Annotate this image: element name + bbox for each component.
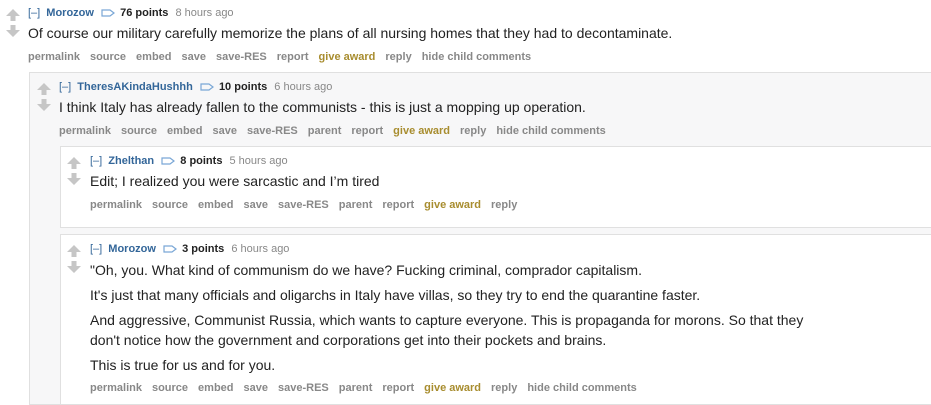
comment-body: Of course our military carefully memoriz… bbox=[28, 23, 672, 48]
hide-child-comments-link[interactable]: hide child comments bbox=[496, 125, 605, 137]
comment-paragraph: Of course our military carefully memoriz… bbox=[28, 25, 673, 41]
parent-link[interactable]: parent bbox=[339, 382, 373, 394]
save-res-link[interactable]: save-RES bbox=[216, 51, 267, 63]
timestamp: 5 hours ago bbox=[229, 155, 288, 167]
up-arrow-icon[interactable] bbox=[67, 245, 83, 257]
source-link[interactable]: source bbox=[152, 382, 188, 394]
author-link[interactable]: Morozow bbox=[108, 243, 156, 255]
score: 3 points bbox=[182, 243, 225, 255]
comment-actions: permalink source embed save save-RES parent re… bbox=[90, 382, 647, 394]
give-award-link[interactable]: give award bbox=[424, 382, 481, 394]
report-link[interactable]: report bbox=[277, 51, 309, 63]
down-arrow-icon[interactable] bbox=[37, 99, 53, 111]
report-link[interactable]: report bbox=[382, 199, 414, 211]
permalink-link[interactable]: permalink bbox=[90, 382, 142, 394]
tagline: [–] TheresAKindaHushhh 10 points 6 hours… bbox=[59, 81, 332, 95]
give-award-link[interactable]: give award bbox=[319, 51, 376, 63]
save-link[interactable]: save bbox=[244, 382, 268, 394]
tag-icon bbox=[163, 244, 178, 257]
collapse-toggle[interactable]: [–] bbox=[90, 155, 102, 167]
save-res-link[interactable]: save-RES bbox=[278, 199, 329, 211]
comment-paragraph: Edit; I realized you were sarcastic and … bbox=[90, 173, 380, 189]
comment-body: Edit; I realized you were sarcastic and … bbox=[90, 171, 379, 196]
tag-icon bbox=[101, 8, 116, 21]
timestamp: 6 hours ago bbox=[274, 81, 333, 93]
reply-link[interactable]: reply bbox=[491, 199, 517, 211]
comment-paragraph: "Oh, you. What kind of communism do we h… bbox=[90, 262, 642, 278]
comment-paragraph: And aggressive, Communist Russia, which … bbox=[90, 312, 804, 328]
collapse-toggle[interactable]: [–] bbox=[59, 81, 71, 93]
embed-link[interactable]: embed bbox=[198, 382, 233, 394]
permalink-link[interactable]: permalink bbox=[28, 51, 80, 63]
save-res-link[interactable]: save-RES bbox=[247, 125, 298, 137]
reply-link[interactable]: reply bbox=[491, 382, 517, 394]
up-arrow-icon[interactable] bbox=[6, 9, 22, 21]
author-link[interactable]: TheresAKindaHushhh bbox=[77, 81, 193, 93]
parent-link[interactable]: parent bbox=[308, 125, 342, 137]
parent-link[interactable]: parent bbox=[339, 199, 373, 211]
comment-paragraph: It's just that many officials and oligar… bbox=[90, 287, 701, 303]
author-link[interactable]: Morozow bbox=[46, 7, 94, 19]
up-arrow-icon[interactable] bbox=[67, 157, 83, 169]
hide-child-comments-link[interactable]: hide child comments bbox=[422, 51, 531, 63]
down-arrow-icon[interactable] bbox=[67, 261, 83, 273]
permalink-link[interactable]: permalink bbox=[59, 125, 111, 137]
tag-icon bbox=[161, 156, 176, 169]
reply-link[interactable]: reply bbox=[460, 125, 486, 137]
down-arrow-icon[interactable] bbox=[6, 25, 22, 37]
timestamp: 6 hours ago bbox=[231, 243, 290, 255]
comment-body: I think Italy has already fallen to the … bbox=[59, 97, 586, 122]
collapse-toggle[interactable]: [–] bbox=[90, 243, 102, 255]
author-link[interactable]: Zhelthan bbox=[108, 155, 154, 167]
source-link[interactable]: source bbox=[152, 199, 188, 211]
source-link[interactable]: source bbox=[121, 125, 157, 137]
score: 76 points bbox=[120, 7, 169, 19]
embed-link[interactable]: embed bbox=[136, 51, 171, 63]
score: 8 points bbox=[180, 155, 223, 167]
hide-child-comments-link[interactable]: hide child comments bbox=[527, 382, 636, 394]
save-res-link[interactable]: save-RES bbox=[278, 382, 329, 394]
score: 10 points bbox=[218, 81, 268, 93]
give-award-link[interactable]: give award bbox=[393, 125, 450, 137]
embed-link[interactable]: embed bbox=[198, 199, 233, 211]
tagline: [–] Morozow 76 points 8 hours ago bbox=[28, 7, 234, 21]
tagline: [–] Morozow 3 points 6 hours ago bbox=[90, 243, 289, 257]
embed-link[interactable]: embed bbox=[167, 125, 202, 137]
save-link[interactable]: save bbox=[244, 199, 268, 211]
report-link[interactable]: report bbox=[351, 125, 383, 137]
up-arrow-icon[interactable] bbox=[37, 83, 53, 95]
down-arrow-icon[interactable] bbox=[67, 173, 83, 185]
comment-paragraph: I think Italy has already fallen to the … bbox=[59, 99, 586, 115]
comment-actions: permalink source embed save save-RES report gi… bbox=[28, 51, 541, 63]
save-link[interactable]: save bbox=[213, 125, 237, 137]
report-link[interactable]: report bbox=[382, 382, 414, 394]
comment-actions: permalink source embed save save-RES parent re… bbox=[59, 125, 616, 137]
save-link[interactable]: save bbox=[182, 51, 206, 63]
comment-body: "Oh, you. What kind of communism do we h… bbox=[90, 260, 803, 375]
source-link[interactable]: source bbox=[90, 51, 126, 63]
comment-paragraph: don't notice how the government and corp… bbox=[90, 332, 607, 348]
tag-icon bbox=[200, 82, 214, 95]
collapse-toggle[interactable]: [–] bbox=[28, 7, 40, 19]
tagline: [–] Zhelthan 8 points 5 hours ago bbox=[90, 155, 288, 169]
reply-link[interactable]: reply bbox=[385, 51, 411, 63]
permalink-link[interactable]: permalink bbox=[90, 199, 142, 211]
timestamp: 8 hours ago bbox=[175, 7, 234, 19]
comment-actions: permalink source embed save save-RES parent re… bbox=[90, 199, 527, 211]
give-award-link[interactable]: give award bbox=[424, 199, 481, 211]
comment-paragraph: This is true for us and for you. bbox=[90, 357, 276, 373]
